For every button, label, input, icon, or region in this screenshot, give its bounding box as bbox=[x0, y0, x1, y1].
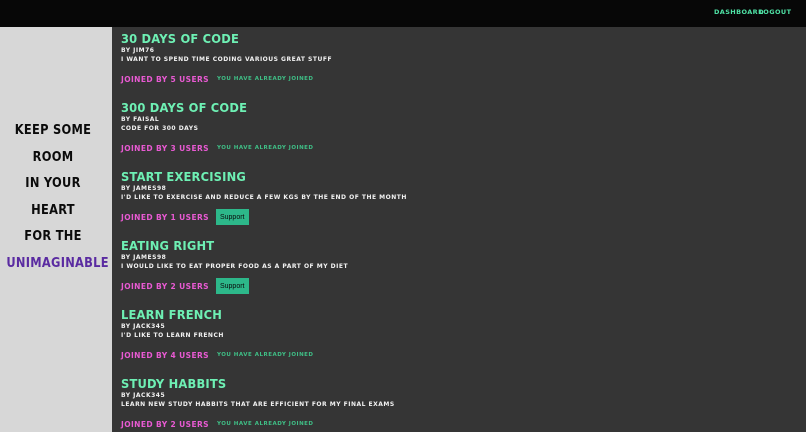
challenge-footer: JOINED BY 2 USERS Support bbox=[121, 278, 249, 294]
quote-line-4: HEART bbox=[31, 203, 75, 218]
joined-count: JOINED BY 3 USERS bbox=[121, 143, 209, 153]
challenge-card: 300 DAYS OF CODE BY FAISAL CODE FOR 300 … bbox=[121, 100, 721, 153]
joined-count: JOINED BY 4 USERS bbox=[121, 350, 209, 360]
challenge-title: STUDY HABBITS bbox=[121, 376, 227, 391]
challenge-title: LEARN FRENCH bbox=[121, 307, 223, 322]
challenge-description: I'D LIKE TO LEARN FRENCH bbox=[121, 331, 224, 339]
sidebar-quote-panel: KEEP SOME ROOM IN YOUR HEART FOR THE UNI… bbox=[0, 27, 112, 432]
joined-count: JOINED BY 2 USERS bbox=[121, 419, 209, 429]
challenge-description: LEARN NEW STUDY HABBITS THAT ARE EFFICIE… bbox=[121, 400, 395, 408]
challenge-author: BY JAMES98 bbox=[121, 185, 167, 192]
already-joined-status: YOU HAVE ALREADY JOINED bbox=[216, 421, 314, 427]
quote-line-2: ROOM bbox=[32, 150, 74, 165]
nav-dashboard-link[interactable]: DASHBOARD bbox=[714, 8, 764, 16]
joined-count: JOINED BY 5 USERS bbox=[121, 74, 209, 84]
support-button[interactable]: Support bbox=[215, 278, 249, 294]
challenge-list: 30 DAYS OF CODE BY JIM76 I WANT TO SPEND… bbox=[112, 27, 806, 432]
challenge-description: CODE FOR 300 DAYS bbox=[121, 124, 199, 132]
challenge-footer: JOINED BY 4 USERS YOU HAVE ALREADY JOINE… bbox=[121, 347, 314, 363]
challenge-author: BY JIM76 bbox=[121, 47, 155, 54]
challenge-footer: JOINED BY 2 USERS YOU HAVE ALREADY JOINE… bbox=[121, 416, 314, 432]
challenge-author: BY JAMES98 bbox=[121, 254, 167, 261]
challenge-description: I'D LIKE TO EXERCISE AND REDUCE A FEW KG… bbox=[121, 193, 407, 201]
quote-line-5: FOR THE bbox=[24, 229, 82, 244]
quote-line-1: KEEP SOME bbox=[14, 123, 92, 138]
challenge-author: BY FAISAL bbox=[121, 116, 160, 123]
joined-count: JOINED BY 2 USERS bbox=[121, 281, 209, 291]
challenge-footer: JOINED BY 1 USERS Support bbox=[121, 209, 249, 225]
nav-logout-link[interactable]: LOGOUT bbox=[759, 8, 791, 16]
challenge-description: I WOULD LIKE TO EAT PROPER FOOD AS A PAR… bbox=[121, 262, 349, 270]
challenge-card: LEARN FRENCH BY JACK345 I'D LIKE TO LEAR… bbox=[121, 307, 721, 360]
challenge-author: BY JACK345 bbox=[121, 392, 166, 399]
joined-count: JOINED BY 1 USERS bbox=[121, 212, 209, 222]
quote-line-highlight: UNIMAGINABLE bbox=[6, 256, 109, 271]
support-button[interactable]: Support bbox=[215, 209, 249, 225]
challenge-title: START EXERCISING bbox=[121, 169, 247, 184]
already-joined-status: YOU HAVE ALREADY JOINED bbox=[216, 145, 314, 151]
already-joined-status: YOU HAVE ALREADY JOINED bbox=[216, 76, 314, 82]
challenge-footer: JOINED BY 5 USERS YOU HAVE ALREADY JOINE… bbox=[121, 71, 314, 87]
challenge-card: STUDY HABBITS BY JACK345 LEARN NEW STUDY… bbox=[121, 376, 721, 429]
challenge-card: START EXERCISING BY JAMES98 I'D LIKE TO … bbox=[121, 169, 721, 225]
challenge-author: BY JACK345 bbox=[121, 323, 166, 330]
already-joined-status: YOU HAVE ALREADY JOINED bbox=[216, 352, 314, 358]
challenge-footer: JOINED BY 3 USERS YOU HAVE ALREADY JOINE… bbox=[121, 140, 314, 156]
challenge-title: 30 DAYS OF CODE bbox=[121, 31, 239, 46]
challenge-card: 30 DAYS OF CODE BY JIM76 I WANT TO SPEND… bbox=[121, 31, 721, 84]
top-navbar: DASHBOARD LOGOUT bbox=[0, 0, 806, 27]
challenge-description: I WANT TO SPEND TIME CODING VARIOUS GREA… bbox=[121, 55, 333, 63]
challenge-title: 300 DAYS OF CODE bbox=[121, 100, 248, 115]
challenge-title: EATING RIGHT bbox=[121, 238, 215, 253]
challenge-card: EATING RIGHT BY JAMES98 I WOULD LIKE TO … bbox=[121, 238, 721, 294]
quote-line-3: IN YOUR bbox=[25, 176, 81, 191]
